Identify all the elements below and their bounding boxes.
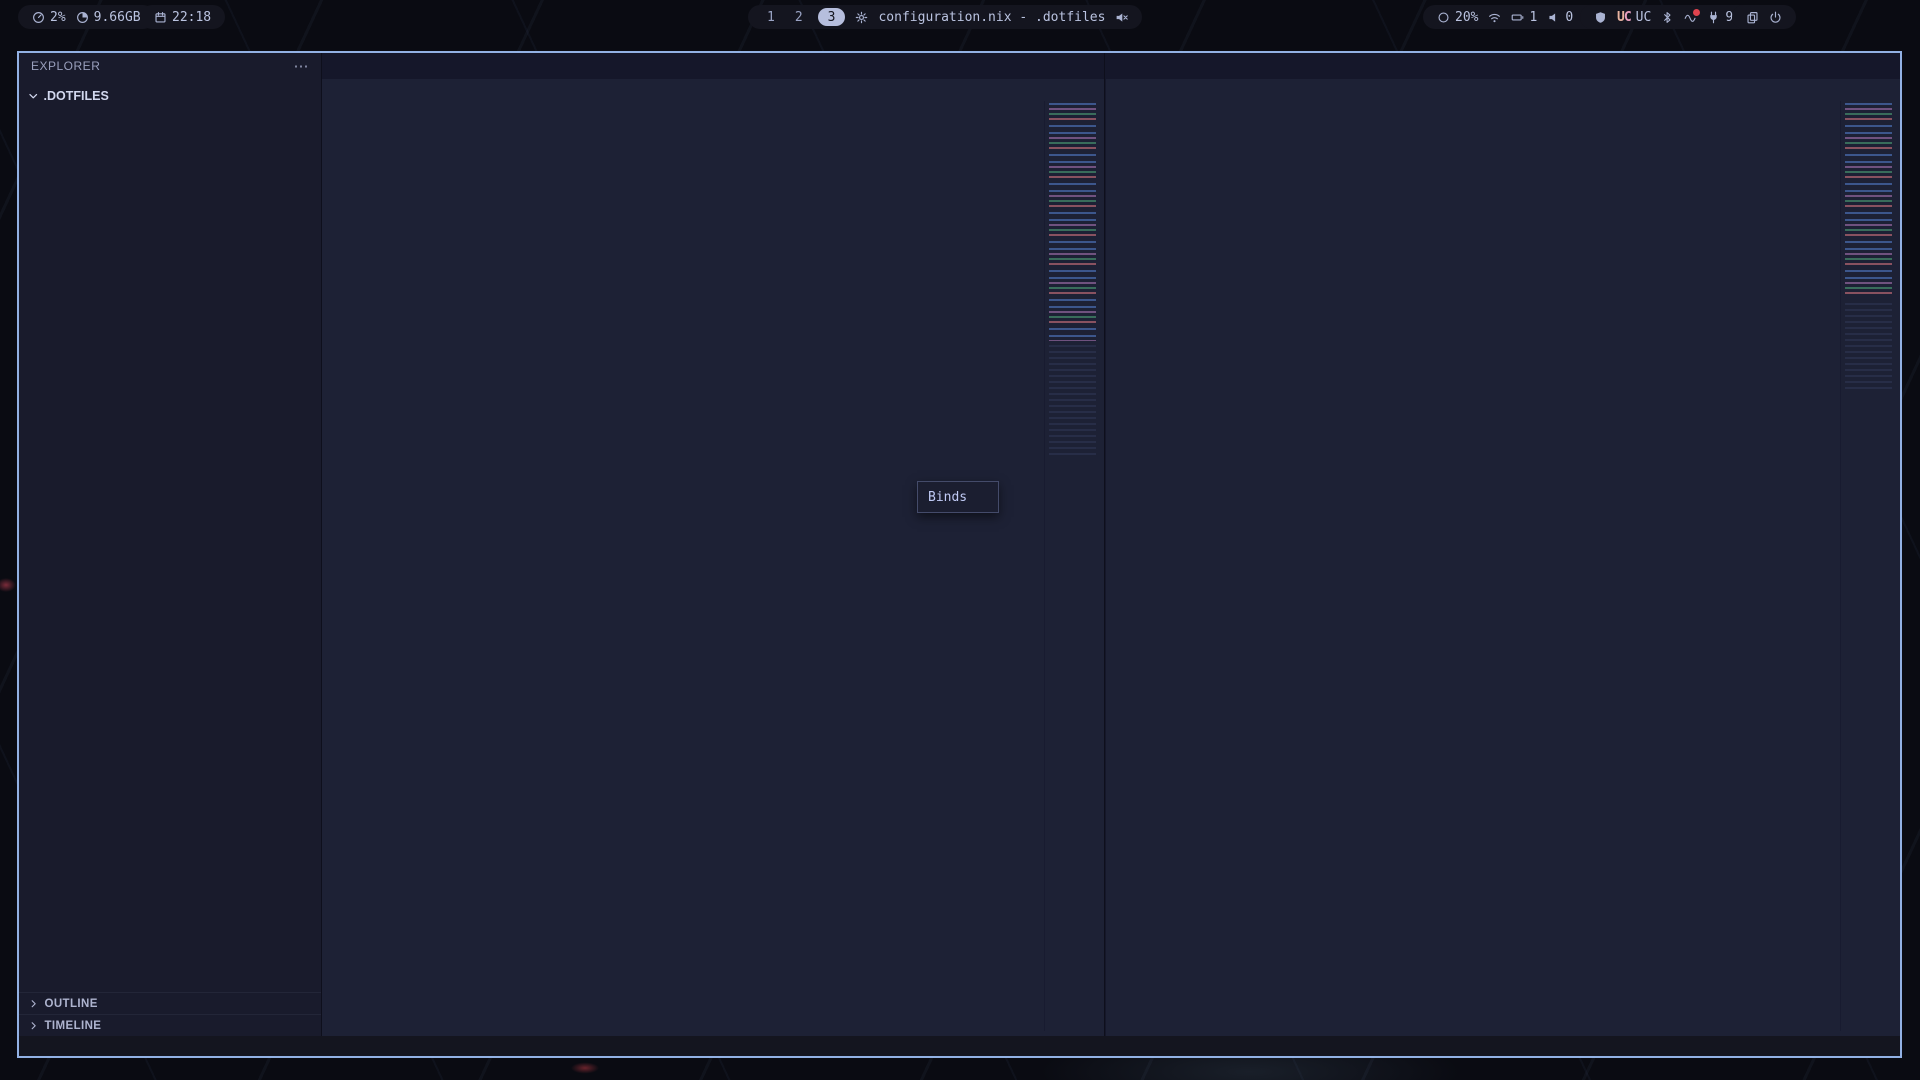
- workspace-2[interactable]: 2: [790, 10, 808, 25]
- explorer-more-actions-icon[interactable]: ⋯: [294, 57, 310, 75]
- battery-item[interactable]: 1: [1511, 10, 1537, 25]
- workspace-1[interactable]: 1: [762, 10, 780, 25]
- topbar-pill: 2% 9.66GB: [18, 5, 155, 29]
- minimap[interactable]: [1840, 101, 1896, 1031]
- workspace-3[interactable]: 3: [818, 8, 846, 26]
- breadcrumb[interactable]: [1106, 79, 1900, 101]
- wifi-item[interactable]: [1488, 11, 1501, 24]
- timeline-section[interactable]: TIMELINE: [19, 1014, 321, 1036]
- explorer-root-folder[interactable]: .DOTFILES: [19, 85, 321, 107]
- power-icon: [1769, 11, 1782, 24]
- shield-item[interactable]: [1594, 11, 1607, 24]
- code-editor[interactable]: [1106, 101, 1900, 1036]
- wifi-icon: [1488, 11, 1501, 24]
- ring-item[interactable]: 20%: [1437, 10, 1478, 25]
- pill-value: 22:18: [172, 10, 211, 25]
- editor-pane-flake-nix: Binds: [322, 53, 1105, 1036]
- window-title: configuration.nix - .dotfiles: [878, 10, 1105, 25]
- topbar-center-pill: 123 configuration.nix - .dotfiles: [748, 5, 1142, 29]
- binds-popup: Binds: [917, 481, 999, 513]
- status-bar: [19, 1036, 1900, 1056]
- uc-tray-icon[interactable]: UC: [1617, 10, 1631, 25]
- pill-value: UC: [1636, 10, 1652, 25]
- timeline-label: TIMELINE: [45, 1020, 102, 1032]
- pie-icon: [76, 11, 89, 24]
- pie-item[interactable]: 9.66GB: [76, 10, 141, 25]
- explorer-title: EXPLORER: [31, 59, 100, 73]
- gauge-icon: [32, 11, 45, 24]
- calendar-icon: [154, 11, 167, 24]
- pill-value: 9.66GB: [94, 10, 141, 25]
- wm-status-bar: 2%9.66GB22:18 123configuration.nix - .do…: [0, 0, 1920, 37]
- speaker-icon: [1547, 11, 1560, 24]
- chevron-right-icon: [28, 1020, 40, 1032]
- chevron-right-icon: [28, 998, 40, 1010]
- tab-bar: [1106, 53, 1900, 79]
- explorer-sidebar: EXPLORER ⋯ .DOTFILES OUTLINE TIMELINE: [19, 53, 322, 1036]
- shield-icon: [1594, 11, 1607, 24]
- pill-value: 2%: [50, 10, 66, 25]
- bluetooth-item[interactable]: [1661, 11, 1674, 24]
- gauge-item[interactable]: 2%: [32, 10, 66, 25]
- binds-popup-label: Binds: [928, 490, 967, 505]
- outline-section[interactable]: OUTLINE: [19, 992, 321, 1014]
- plug-icon: [1707, 11, 1720, 24]
- window-app-icon: [855, 11, 868, 24]
- bluetooth-icon: [1661, 11, 1674, 24]
- breadcrumb[interactable]: [322, 79, 1104, 101]
- outline-label: OUTLINE: [45, 998, 98, 1010]
- topbar-pill: 22:18: [140, 5, 225, 29]
- calendar-item[interactable]: 22:18: [154, 10, 211, 25]
- volume-muted-icon: [1115, 11, 1128, 24]
- wave-item[interactable]: [1684, 11, 1697, 24]
- battery-icon: [1511, 11, 1524, 24]
- pill-value: 1: [1529, 10, 1537, 25]
- minimap[interactable]: [1044, 101, 1100, 1031]
- editor-pane-configuration-nix: [1106, 53, 1900, 1036]
- topbar-pill: [1732, 5, 1796, 29]
- uc-item[interactable]: UC UC: [1617, 10, 1651, 25]
- notification-dot: [1693, 9, 1700, 16]
- root-folder-label: .DOTFILES: [44, 89, 109, 103]
- ring-icon: [1437, 11, 1450, 24]
- pill-value: 0: [1565, 10, 1573, 25]
- power-item[interactable]: [1769, 11, 1782, 24]
- clipboard-item[interactable]: [1746, 11, 1759, 24]
- pill-value: 20%: [1455, 10, 1478, 25]
- code-editor[interactable]: [322, 101, 1104, 1036]
- tab-bar: [322, 53, 1104, 79]
- chevron-down-icon: [27, 90, 40, 103]
- vscode-window: EXPLORER ⋯ .DOTFILES OUTLINE TIMELINE Bi…: [17, 51, 1902, 1058]
- clipboard-icon: [1746, 11, 1759, 24]
- speaker-item[interactable]: 0: [1547, 10, 1573, 25]
